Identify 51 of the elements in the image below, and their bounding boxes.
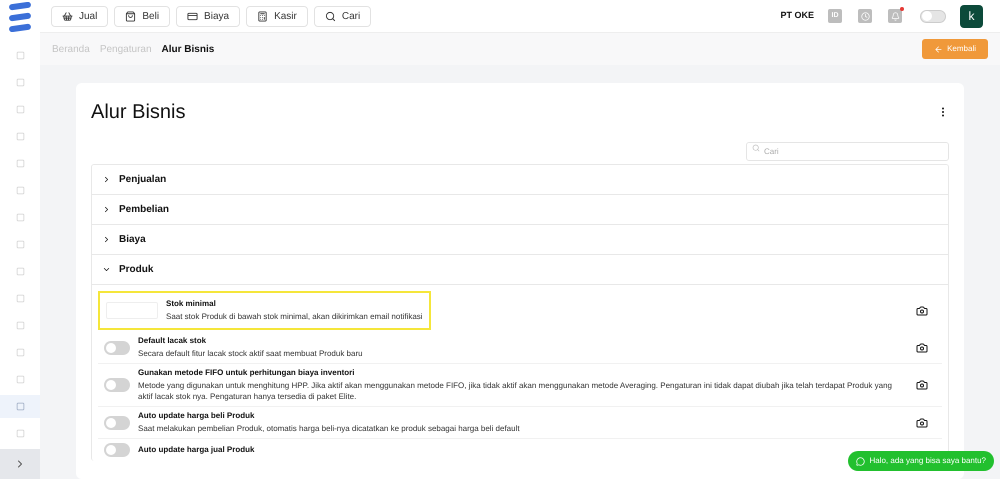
camera-icon[interactable] <box>916 342 928 354</box>
setting-title: Default lacak stok <box>138 336 206 346</box>
setting-title: Stok minimal <box>166 299 216 309</box>
bell-icon <box>890 12 900 20</box>
expand-sidebar-button[interactable] <box>0 449 40 479</box>
toggle-switch[interactable] <box>104 340 130 354</box>
setting-title: Auto update harga beli Produk <box>138 411 254 421</box>
camera-icon[interactable] <box>916 304 928 316</box>
setting-description: Secara default fitur lacak stock aktif saat membuat Produk baru <box>138 348 364 359</box>
sidebar-item[interactable] <box>0 395 40 418</box>
toolbar-button[interactable]: Beli <box>114 6 170 26</box>
setting-title: Gunakan metode FIFO untuk perhitungan biaya inventori <box>138 368 354 378</box>
camera-icon[interactable] <box>916 416 928 428</box>
card-icon <box>187 10 198 22</box>
setting-description: Metode yang digunakan untuk menghitung HPP. Jika aktif akan menggunakan metode FIFO, jika tidak aktif akan menggunakan metode Averaging. Pengaturan ini tidak dapat diubah jika telah terdapat Produk yang aktif lacak stok nya. Pengaturan hanya tersedia di paket Elite. <box>138 380 893 402</box>
toggle-switch[interactable] <box>104 443 130 457</box>
company-name[interactable]: PT OKE <box>780 9 814 23</box>
page-title: Alur Bisnis <box>91 100 186 124</box>
clock-button[interactable] <box>858 9 872 23</box>
basket-icon <box>62 10 73 22</box>
toggle-switch[interactable] <box>104 378 130 392</box>
setting-title: Auto update harga jual Produk <box>138 445 254 455</box>
notification-button[interactable] <box>888 9 902 23</box>
bag-icon <box>125 10 136 22</box>
setting-description: Saat stok Produk di bawah stok minimal, akan dikirimkan email notifikasi <box>166 311 424 322</box>
chevron-icon <box>102 175 111 184</box>
search-icon <box>752 144 760 152</box>
toolbar-button[interactable]: Jual <box>51 6 108 26</box>
arrow-left-icon <box>934 44 944 54</box>
search-field[interactable]: Cari <box>746 142 949 161</box>
user-avatar[interactable]: k <box>960 4 983 28</box>
accordion-header[interactable]: Penjualan <box>92 165 948 195</box>
chevron-icon <box>102 205 111 214</box>
chevron-icon <box>102 265 111 274</box>
chat-icon <box>856 456 866 466</box>
toolbar-button[interactable]: Kasir <box>246 6 308 26</box>
search-icon <box>324 10 336 22</box>
toggle-switch[interactable] <box>104 416 130 430</box>
clock-icon <box>860 12 870 20</box>
toolbar-button[interactable]: Biaya <box>176 6 240 26</box>
logo-icon <box>8 2 32 32</box>
breadcrumb-current: Alur Bisnis <box>162 42 214 56</box>
theme-toggle[interactable] <box>920 10 946 22</box>
calculator-icon <box>257 10 268 22</box>
accordion-header[interactable]: Pembelian <box>92 195 948 225</box>
setting-description: Saat melakukan pembelian Produk, otomatis harga beli-nya dicatatkan ke produk sebagai harga beli default <box>138 423 521 434</box>
toolbar-button[interactable]: Cari <box>314 6 372 26</box>
camera-icon[interactable] <box>916 379 928 391</box>
accordion-header[interactable]: Produk <box>92 255 948 285</box>
accordion-header[interactable]: Biaya <box>92 225 948 255</box>
chevron-icon <box>102 235 111 244</box>
